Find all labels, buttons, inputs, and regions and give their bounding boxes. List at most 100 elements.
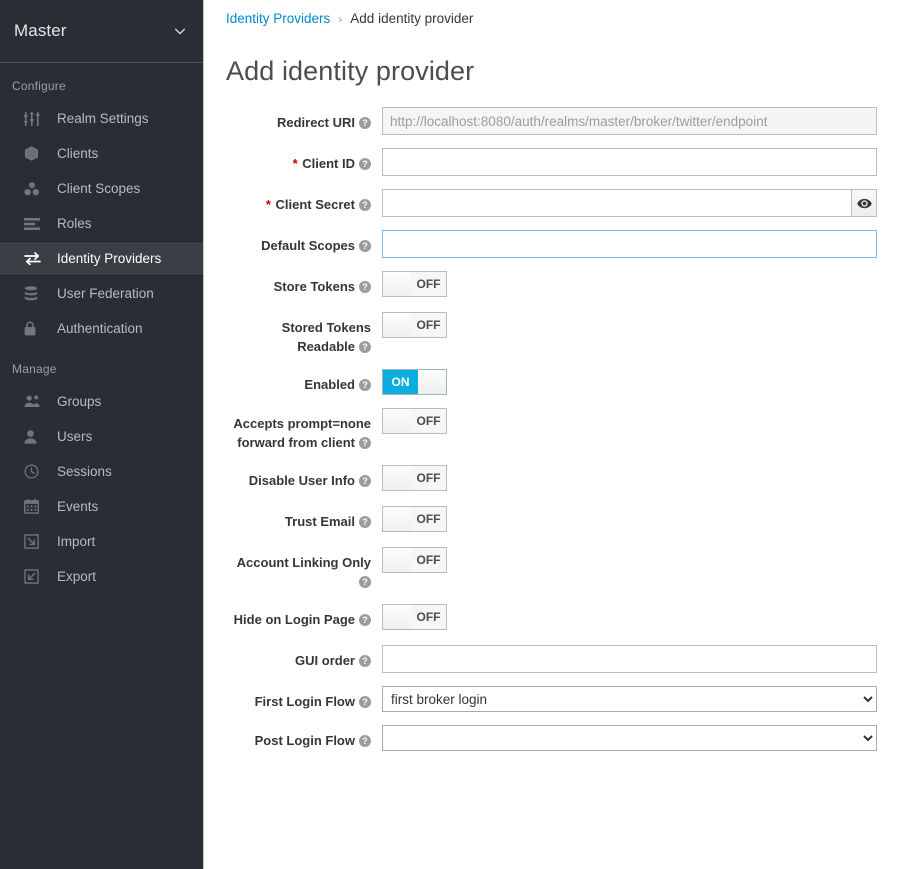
sidebar: Master Configure Realm Settings Clients Cli…	[0, 0, 204, 869]
form-control-store-tokens: OFF	[382, 271, 902, 299]
sidebar-item-events[interactable]: Events	[0, 489, 203, 524]
help-icon[interactable]: ?	[359, 475, 371, 487]
form-row-redirect-uri: Redirect URI?	[226, 107, 902, 135]
help-icon[interactable]: ?	[359, 341, 371, 353]
form-control-hide-on-login-page: OFF	[382, 604, 902, 632]
sidebar-section-label-manage: Manage	[12, 362, 57, 376]
form-label-client-secret: * Client Secret?	[226, 189, 382, 217]
sidebar-item-label: Export	[57, 569, 97, 584]
form-label-gui-order: GUI order?	[226, 645, 382, 673]
form-row-post-login-flow: Post Login Flow?	[226, 725, 902, 751]
sidebar-navigation: Configure Realm Settings Clients Client Sco…	[0, 63, 203, 594]
sidebar-item-identity-providers[interactable]: Identity Providers	[0, 241, 203, 276]
sliders-icon	[24, 111, 46, 127]
sidebar-item-client-scopes[interactable]: Client Scopes	[0, 171, 203, 206]
toggle-state-label: OFF	[411, 548, 446, 572]
form-label-enabled: Enabled?	[226, 369, 382, 395]
form-label-text: First Login Flow	[254, 694, 355, 709]
form-label-default-scopes: Default Scopes?	[226, 230, 382, 258]
help-icon[interactable]: ?	[359, 379, 371, 391]
disable-user-info-toggle[interactable]: OFF	[382, 465, 447, 491]
sidebar-item-label: Client Scopes	[57, 181, 141, 196]
help-icon[interactable]: ?	[359, 696, 371, 708]
form-label-text: Stored Tokens Readable	[281, 320, 371, 354]
toggle-state-label: OFF	[411, 409, 446, 433]
toggle-state-label: ON	[383, 370, 418, 394]
toggle-handle	[383, 507, 411, 531]
sidebar-item-authentication[interactable]: Authentication	[0, 311, 203, 346]
form-control-disable-user-info: OFF	[382, 465, 902, 493]
gui-order-input[interactable]	[382, 645, 877, 673]
client-id-input[interactable]	[382, 148, 877, 176]
form-label-text: Disable User Info	[248, 473, 355, 488]
form-label-redirect-uri: Redirect URI?	[226, 107, 382, 135]
form-control-accepts-prompt-none-forward-from-client: OFF	[382, 408, 902, 452]
trust-email-toggle[interactable]: OFF	[382, 506, 447, 532]
client-secret-group	[382, 189, 877, 217]
default-scopes-input[interactable]	[382, 230, 877, 258]
sidebar-item-user-federation[interactable]: User Federation	[0, 276, 203, 311]
store-tokens-toggle[interactable]: OFF	[382, 271, 447, 297]
help-icon[interactable]: ?	[359, 199, 371, 211]
help-icon[interactable]: ?	[359, 281, 371, 293]
eye-icon[interactable]	[851, 189, 877, 217]
realm-selector[interactable]: Master	[0, 0, 203, 63]
chevron-down-icon	[173, 24, 187, 38]
user-icon	[24, 429, 46, 445]
enabled-toggle[interactable]: ON	[382, 369, 447, 395]
client-secret-input[interactable]	[382, 189, 851, 217]
sidebar-item-export[interactable]: Export	[0, 559, 203, 594]
help-icon[interactable]: ?	[359, 655, 371, 667]
help-icon[interactable]: ?	[359, 516, 371, 528]
help-icon[interactable]: ?	[359, 437, 371, 449]
form-control-default-scopes	[382, 230, 902, 258]
form-label-stored-tokens-readable: Stored Tokens Readable?	[226, 312, 382, 356]
sidebar-item-sessions[interactable]: Sessions	[0, 454, 203, 489]
sidebar-item-realm-settings[interactable]: Realm Settings	[0, 101, 203, 136]
account-linking-only-toggle[interactable]: OFF	[382, 547, 447, 573]
form-row-trust-email: Trust Email? OFF	[226, 506, 902, 534]
form-label-trust-email: Trust Email?	[226, 506, 382, 534]
breadcrumb-link-identity-providers[interactable]: Identity Providers	[226, 11, 330, 26]
blocks-icon	[24, 181, 46, 197]
sidebar-item-label: Events	[57, 499, 99, 514]
sidebar-item-label: Groups	[57, 394, 102, 409]
form-label-text: Enabled	[304, 377, 355, 392]
help-icon[interactable]: ?	[359, 576, 371, 588]
help-icon[interactable]: ?	[359, 240, 371, 252]
help-icon[interactable]: ?	[359, 158, 371, 170]
post-login-flow-select[interactable]	[382, 725, 877, 751]
database-icon	[24, 286, 46, 302]
form-control-trust-email: OFF	[382, 506, 902, 534]
form-control-first-login-flow: first broker login	[382, 686, 902, 712]
first-login-flow-select[interactable]: first broker login	[382, 686, 877, 712]
sidebar-item-label: Users	[57, 429, 93, 444]
form-label-text: GUI order	[295, 653, 355, 668]
sidebar-item-groups[interactable]: Groups	[0, 384, 203, 419]
toggle-state-label: OFF	[411, 313, 446, 337]
form-row-client-id: * Client ID?	[226, 148, 902, 176]
help-icon[interactable]: ?	[359, 117, 371, 129]
sidebar-item-users[interactable]: Users	[0, 419, 203, 454]
form-label-text: Accepts prompt=none forward from client	[233, 416, 371, 450]
form-control-client-id	[382, 148, 902, 176]
form-row-disable-user-info: Disable User Info? OFF	[226, 465, 902, 493]
users-group-icon	[24, 394, 46, 410]
required-marker: *	[265, 197, 271, 212]
sidebar-item-import[interactable]: Import	[0, 524, 203, 559]
toggle-state-label: OFF	[411, 605, 446, 629]
clock-icon	[24, 464, 46, 480]
form-label-text: Client ID	[302, 156, 355, 171]
help-icon[interactable]: ?	[359, 614, 371, 626]
stored-tokens-readable-toggle[interactable]: OFF	[382, 312, 447, 338]
hide-on-login-page-toggle[interactable]: OFF	[382, 604, 447, 630]
app-root: Master Configure Realm Settings Clients Cli…	[0, 0, 918, 869]
sidebar-item-clients[interactable]: Clients	[0, 136, 203, 171]
help-icon[interactable]: ?	[359, 735, 371, 747]
accepts-prompt-none-forward-from-client-toggle[interactable]: OFF	[382, 408, 447, 434]
form-label-text: Hide on Login Page	[233, 612, 355, 627]
sidebar-item-label: Import	[57, 534, 96, 549]
form-control-stored-tokens-readable: OFF	[382, 312, 902, 356]
sidebar-item-roles[interactable]: Roles	[0, 206, 203, 241]
redirect-uri-input[interactable]	[382, 107, 877, 135]
